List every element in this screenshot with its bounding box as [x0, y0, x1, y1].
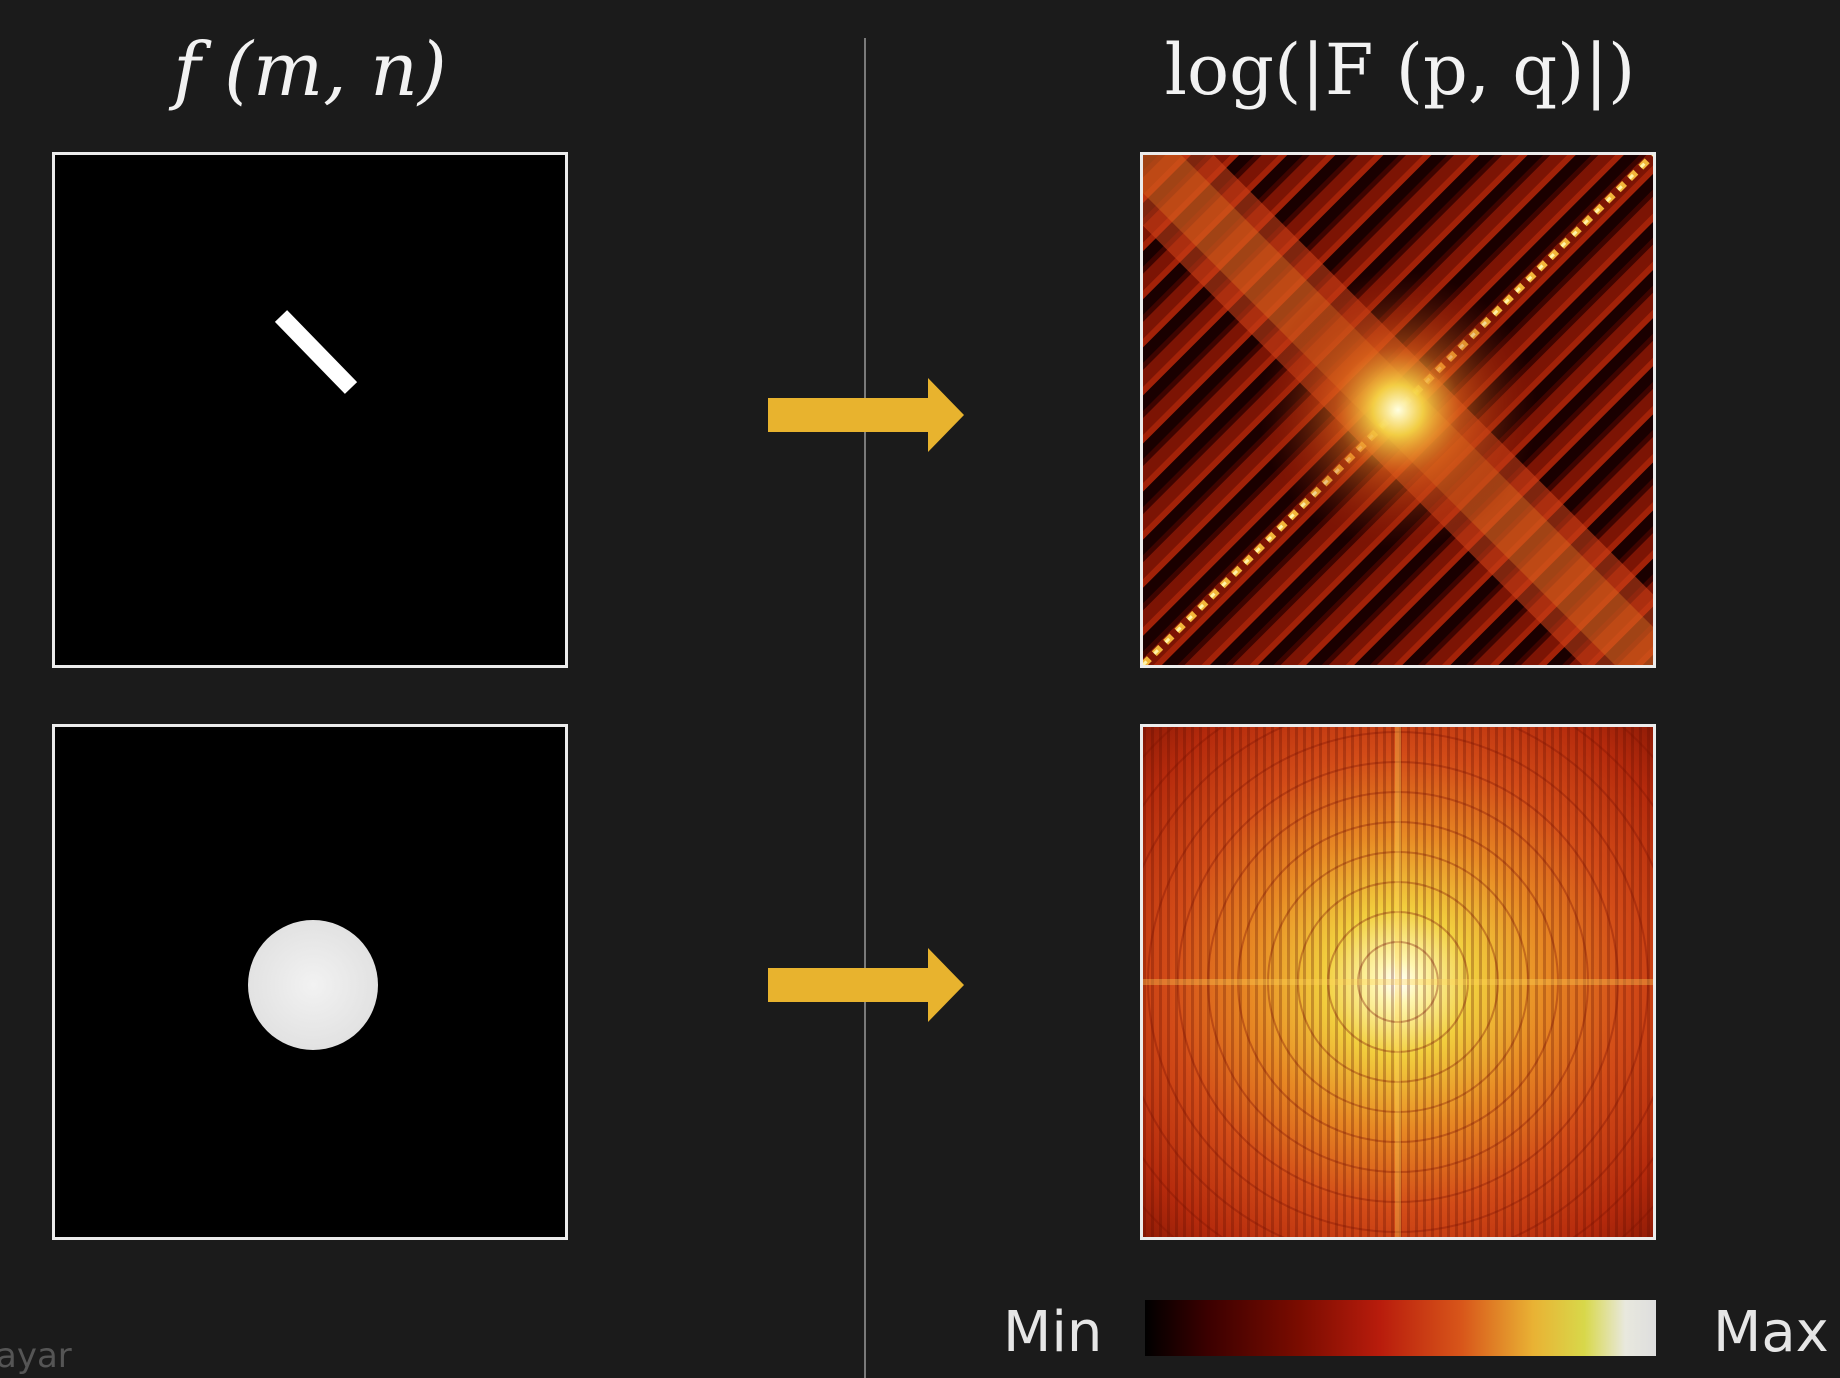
bar-spectrum — [1143, 155, 1653, 665]
input-title: f (m, n) — [173, 27, 447, 113]
disk-image — [55, 727, 565, 1237]
disk-spectrum — [1143, 727, 1653, 1237]
bar-spectrum-panel — [1140, 152, 1656, 668]
bar-image — [55, 155, 565, 665]
center-divider — [864, 38, 866, 1378]
colorbar-max-label: Max — [1713, 1300, 1829, 1365]
spectrum-title: log(|F (p, q)|) — [1164, 29, 1636, 111]
arrow-bottom-icon — [768, 948, 964, 1022]
bar-image-panel — [52, 152, 568, 668]
colorbar — [1145, 1300, 1656, 1356]
watermark: ayar — [0, 1336, 72, 1376]
disk-image-panel — [52, 724, 568, 1240]
arrow-top-icon — [768, 378, 964, 452]
disk-spectrum-panel — [1140, 724, 1656, 1240]
colorbar-min-label: Min — [1003, 1300, 1103, 1365]
